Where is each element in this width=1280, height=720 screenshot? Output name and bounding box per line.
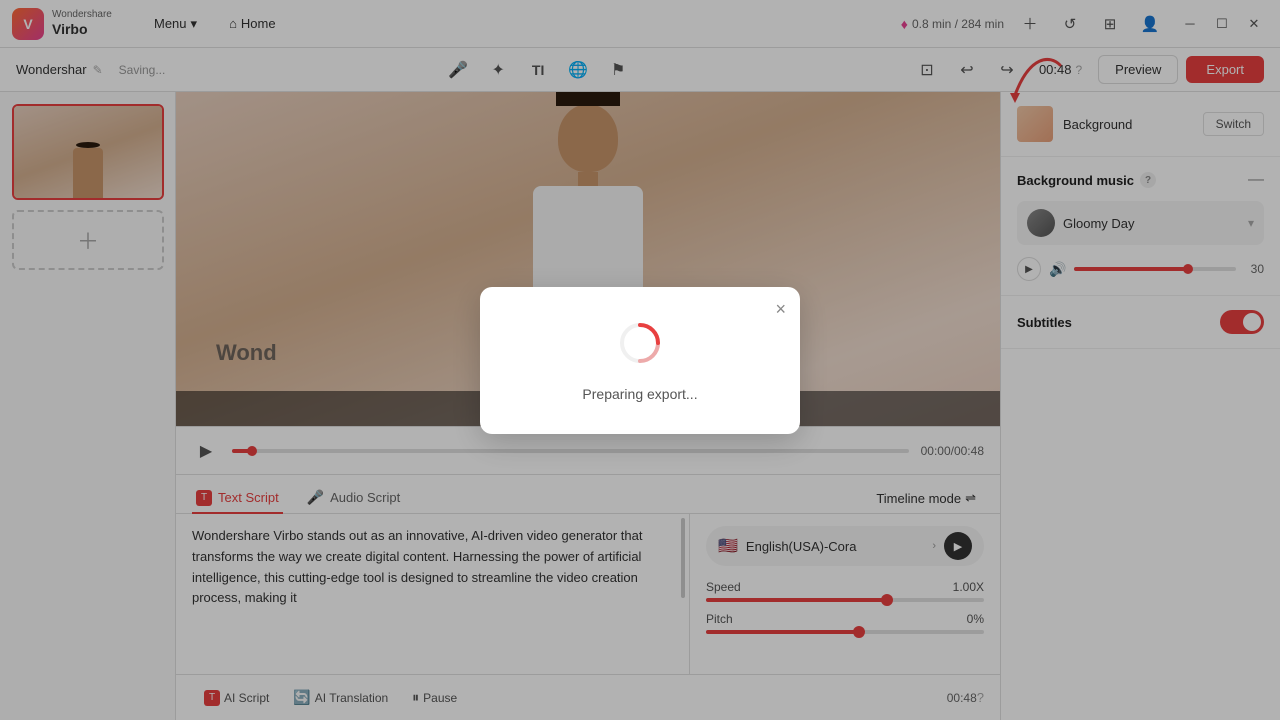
spinner-svg (616, 319, 664, 367)
loading-spinner (616, 319, 664, 370)
modal-close-button[interactable]: × (775, 299, 786, 320)
export-modal: × Preparing export... (480, 287, 800, 434)
modal-preparing-text: Preparing export... (582, 386, 697, 402)
export-modal-overlay: × Preparing export... (0, 0, 1280, 720)
